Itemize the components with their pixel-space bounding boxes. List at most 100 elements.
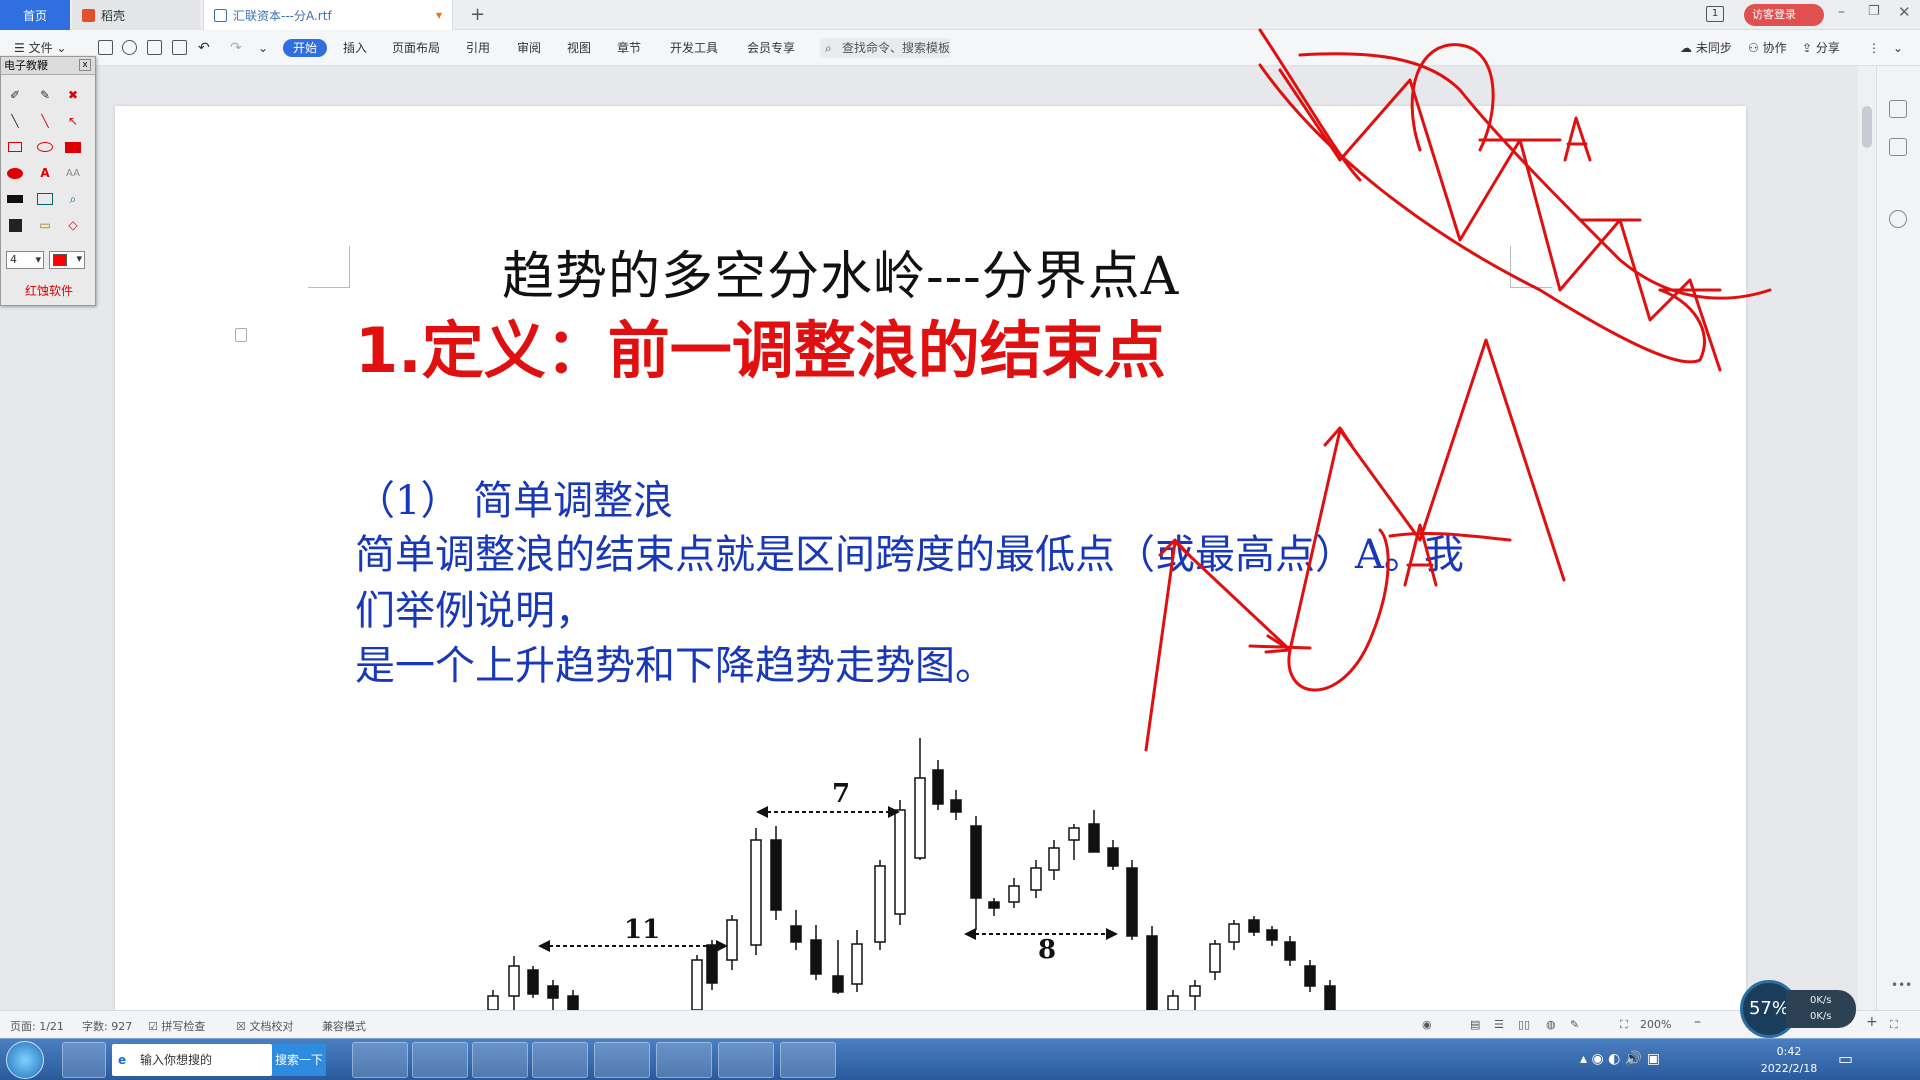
tab-review[interactable]: 审阅 [517, 38, 541, 58]
paragraph-handle-icon[interactable] [235, 328, 247, 342]
ellipse-icon[interactable] [35, 137, 55, 157]
candle [932, 769, 944, 805]
pen-icon[interactable]: ✎ [35, 85, 55, 105]
margin-mark-tl [308, 246, 350, 288]
new-tab-button[interactable]: + [470, 4, 485, 25]
tab-insert[interactable]: 插入 [343, 38, 367, 58]
print-preview-icon[interactable] [172, 40, 187, 55]
zoom-in-icon[interactable]: + [1866, 1014, 1878, 1030]
open-folder-icon[interactable]: ▭ [35, 215, 55, 235]
scrollbar-thumb[interactable] [1862, 106, 1872, 148]
stroke-size-select[interactable]: 4 ▾ [6, 251, 44, 269]
collab-button[interactable]: ⚇ 协作 [1748, 38, 1787, 58]
taskbar-search-input[interactable]: e 输入你想搜的 [112, 1044, 272, 1076]
share-button[interactable]: ⇪ 分享 [1802, 38, 1840, 58]
font-size-icon[interactable]: AA [63, 163, 83, 183]
taskbar-app-wps[interactable] [718, 1042, 774, 1078]
sync-button[interactable]: ☁ 未同步 [1680, 38, 1732, 58]
tab-reference[interactable]: 引用 [466, 38, 490, 58]
more-icon[interactable]: ⌄ [258, 38, 268, 58]
page-view-icon[interactable]: ▤ [1470, 1018, 1480, 1031]
save-disk-icon[interactable] [5, 215, 25, 235]
collapse-ribbon-icon[interactable]: ⌄ [1893, 38, 1903, 58]
more-options-icon[interactable]: ⋮ [1868, 38, 1880, 58]
tray-icons[interactable]: ▴ ◉ ◐ 🔊 ▣ [1580, 1051, 1660, 1067]
window-count-icon[interactable]: 1 [1706, 6, 1724, 22]
taskbar-app-360[interactable] [532, 1042, 588, 1078]
rectangle-icon[interactable] [5, 137, 25, 157]
taskbar-app-browser[interactable] [352, 1042, 408, 1078]
screen-icon[interactable] [35, 189, 55, 209]
page-count[interactable]: 页面: 1/21 [10, 1018, 64, 1034]
help-icon[interactable] [1889, 210, 1907, 228]
tab-view[interactable]: 视图 [567, 38, 591, 58]
write-view-icon[interactable]: ✎ [1570, 1018, 1579, 1031]
read-view-icon[interactable]: ▯▯ [1518, 1018, 1530, 1031]
proofread-toggle[interactable]: ☒ 文档校对 [236, 1018, 293, 1034]
color-select[interactable]: ▾ [49, 251, 85, 269]
network-speed-widget[interactable]: 57% 0K/s 0K/s [1740, 980, 1860, 1038]
zoom-level[interactable]: 200% [1640, 1018, 1671, 1031]
word-count[interactable]: 字数: 927 [82, 1018, 132, 1034]
minimize-icon[interactable]: – [1838, 4, 1845, 20]
tab-home[interactable]: 首页 [0, 0, 70, 30]
line-icon[interactable]: ╲ [35, 111, 55, 131]
tab-start[interactable]: 开始 [283, 39, 327, 57]
login-label: 访客登录 [1752, 8, 1796, 21]
tab-dev-tools[interactable]: 开发工具 [670, 38, 718, 58]
vertical-scrollbar[interactable] [1858, 66, 1876, 1010]
tab-vip[interactable]: 会员专享 [747, 38, 795, 58]
paragraph-line-2: 们举例说明， [355, 588, 595, 634]
tab-document[interactable]: 汇联资本---分A.rtf ▾ [203, 0, 453, 30]
more-dots-icon[interactable]: ••• [1891, 978, 1912, 992]
magnifier-icon[interactable]: ⌕ [63, 189, 83, 209]
select-cursor-icon[interactable] [1889, 138, 1907, 156]
text-tool-icon[interactable]: A [35, 163, 55, 183]
arrow-head [716, 940, 728, 952]
taskbar-app-tool[interactable] [412, 1042, 468, 1078]
taskbar-app-explorer[interactable] [656, 1042, 712, 1078]
clock[interactable]: 0:42 2022/2/18 [1754, 1043, 1824, 1077]
clear-icon[interactable]: ✖ [63, 85, 83, 105]
spell-check-toggle[interactable]: ☑ 拼写检查 [148, 1018, 205, 1034]
eye-protection-icon[interactable]: ◉ [1422, 1018, 1432, 1031]
login-button[interactable]: 访客登录 [1744, 4, 1824, 26]
zoom-out-icon[interactable]: – [1694, 1014, 1701, 1030]
candle [1209, 943, 1221, 973]
restore-icon[interactable]: ❐ [1868, 4, 1880, 19]
edit-icon[interactable] [1889, 100, 1907, 118]
web-view-icon[interactable]: ◍ [1546, 1018, 1556, 1031]
compat-mode: 兼容模式 [322, 1020, 366, 1033]
tab-close-icon[interactable]: ▾ [436, 8, 442, 22]
taskbar-app-teaching[interactable] [594, 1042, 650, 1078]
outline-view-icon[interactable]: ☰ [1494, 1018, 1504, 1031]
arrow-icon[interactable]: ↖ [63, 111, 83, 131]
print-icon[interactable] [147, 40, 162, 55]
fullscreen-icon[interactable]: ⛶ [1890, 1018, 1898, 1032]
start-button[interactable] [6, 1041, 44, 1079]
taskbar-app-calculator[interactable] [472, 1042, 528, 1078]
filled-rectangle-icon[interactable] [63, 137, 83, 157]
blackboard-icon[interactable] [5, 189, 25, 209]
filled-ellipse-icon[interactable] [5, 163, 25, 183]
tab-bar: 首页 稻壳 汇联资本---分A.rtf ▾ + 1 访客登录 – ❐ ✕ [0, 0, 1920, 30]
redo-icon[interactable]: ↷ [230, 38, 242, 58]
tab-layout[interactable]: 页面布局 [392, 38, 440, 58]
fit-page-icon[interactable]: ⛶ [1620, 1018, 1628, 1032]
eraser-icon[interactable]: ✐ [5, 85, 25, 105]
command-search-input[interactable]: ⌕ 查找命令、搜索模板 [820, 38, 950, 58]
file-menu[interactable]: ☰ 文件 ⌄ [14, 38, 66, 58]
undo-icon[interactable]: ↶ [198, 38, 210, 58]
marker-icon[interactable]: ╲ [5, 111, 25, 131]
panel-close-icon[interactable]: x [79, 59, 91, 71]
diamond-eraser-icon[interactable]: ◇ [63, 215, 83, 235]
close-window-icon[interactable]: ✕ [1898, 3, 1911, 21]
notification-icon[interactable]: ▭ [1838, 1049, 1853, 1068]
save-icon[interactable] [98, 40, 113, 55]
taskbar-app-avatar[interactable] [780, 1042, 836, 1078]
export-icon[interactable] [122, 40, 137, 55]
tab-chapter[interactable]: 章节 [617, 38, 641, 58]
tab-daoke[interactable]: 稻壳 [72, 0, 200, 30]
taskbar-search-button[interactable]: 搜索一下 [272, 1044, 326, 1076]
taskbar-app-ie-shell[interactable] [62, 1042, 106, 1078]
